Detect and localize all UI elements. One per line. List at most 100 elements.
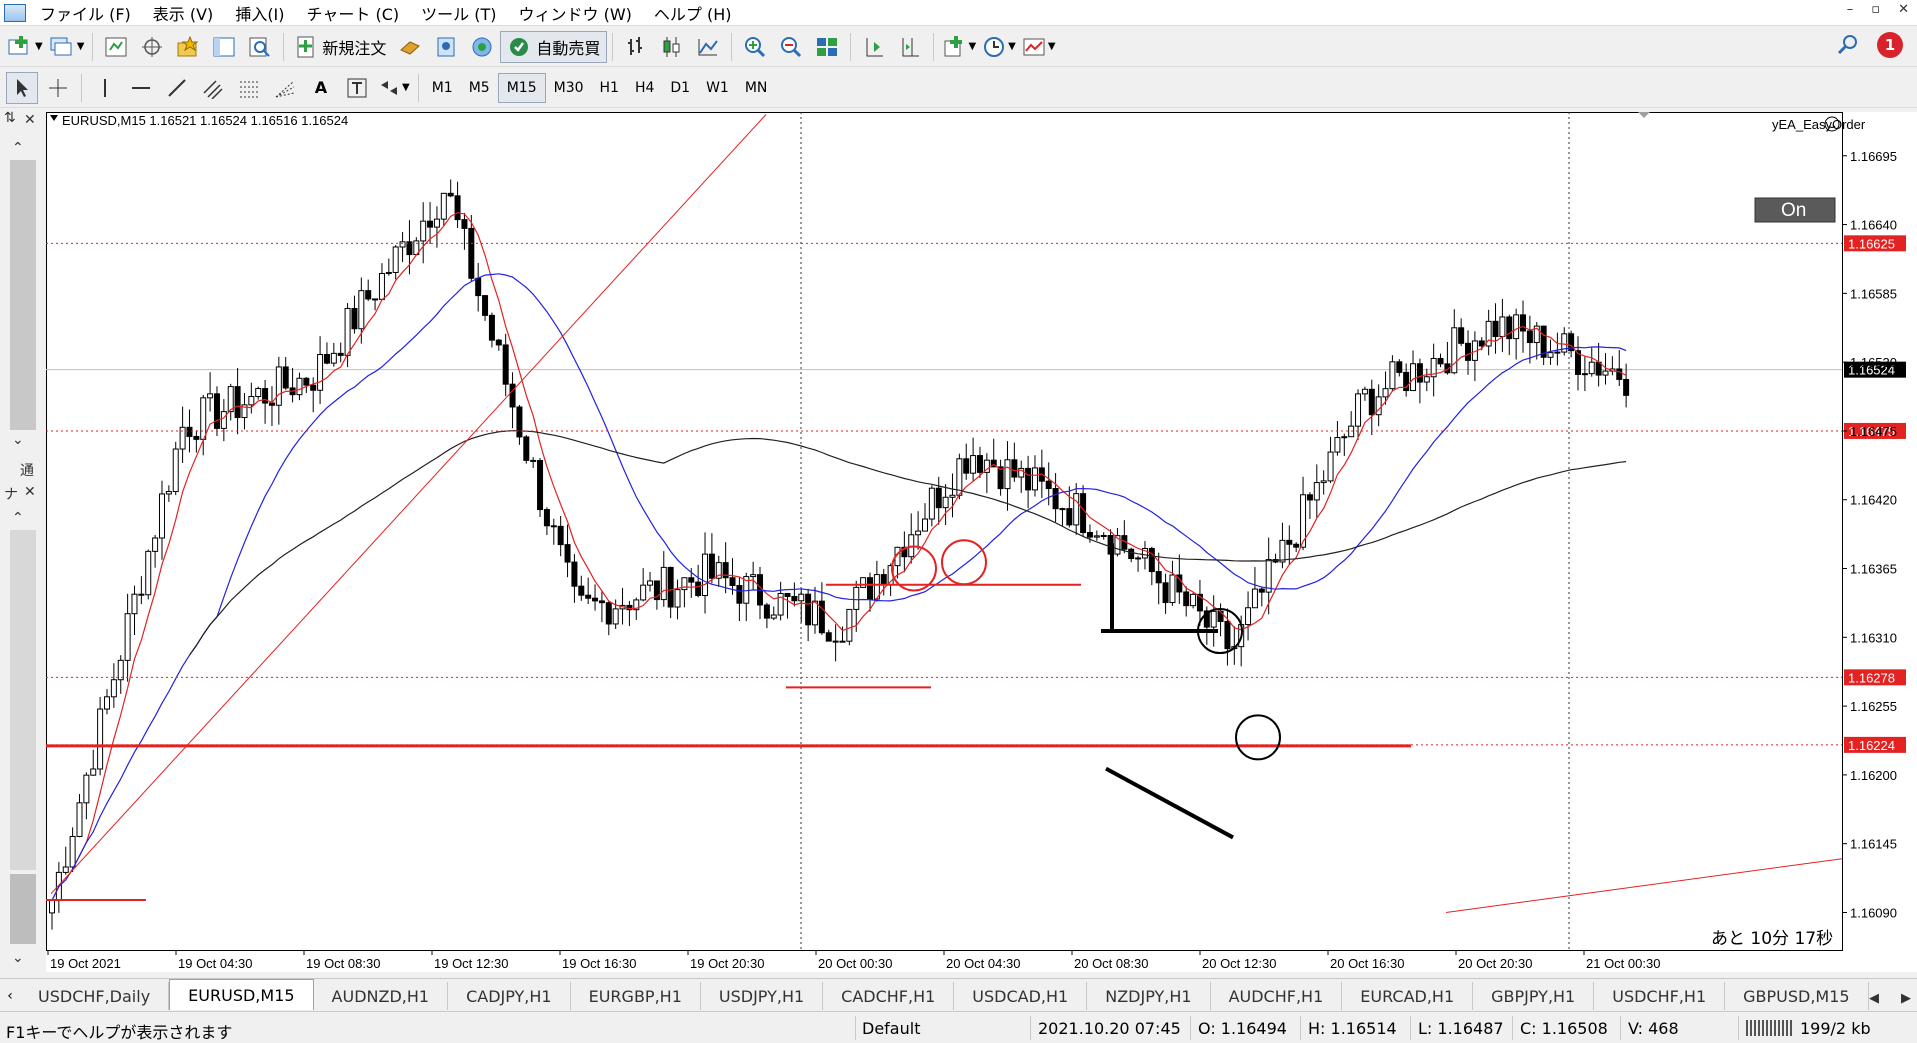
navigator-scroll-up-icon[interactable]: ⌃ — [12, 510, 24, 526]
crosshair-button[interactable] — [42, 72, 74, 104]
panel-pin-icon[interactable]: ⇅ — [4, 110, 16, 126]
menu-view[interactable]: 表示 (V) — [145, 1, 228, 25]
close-icon[interactable]: ✕ — [1898, 2, 1909, 17]
candle-body — [970, 455, 977, 474]
tab-scroll-left-icon[interactable]: ◀ — [1869, 991, 1879, 1006]
periods-button[interactable]: ▼ — [981, 31, 1017, 63]
equidistant-channel-button[interactable] — [197, 72, 229, 104]
terminal-button[interactable] — [208, 31, 240, 63]
new-chart-button[interactable]: ▼ — [6, 31, 44, 63]
chart-shift-button[interactable] — [894, 31, 926, 63]
navigator-scroll-thumb[interactable] — [10, 874, 36, 944]
text-button[interactable]: A — [305, 72, 337, 104]
horizontal-line-button[interactable] — [125, 72, 157, 104]
chart-tab[interactable]: CADCHF,H1 — [823, 982, 955, 1010]
chart-tab[interactable]: EURUSD,M15 — [169, 979, 314, 1010]
menu-help[interactable]: ヘルプ (H) — [646, 1, 746, 25]
scroll-up-icon[interactable]: ⌃ — [12, 140, 24, 156]
candle-body — [1499, 316, 1506, 338]
chart-tab[interactable]: USDCHF,H1 — [1594, 982, 1726, 1010]
navigator-scroll-down-icon[interactable]: ⌄ — [12, 950, 24, 966]
bar-chart-button[interactable] — [620, 31, 652, 63]
menu-window[interactable]: ウィンドウ (W) — [510, 1, 645, 25]
candle-body — [585, 594, 592, 599]
chart-tab[interactable]: AUDCHF,H1 — [1211, 982, 1343, 1010]
templates-button[interactable]: ▼ — [1021, 31, 1057, 63]
market-watch-scrollbar[interactable] — [10, 160, 36, 430]
status-profile[interactable]: Default — [862, 1019, 920, 1038]
auto-scroll-button[interactable] — [858, 31, 890, 63]
chart-tab[interactable]: EURGBP,H1 — [571, 982, 701, 1010]
restore-icon[interactable]: ▫ — [1871, 2, 1880, 17]
search-icon[interactable] — [1837, 34, 1859, 60]
price-chart[interactable]: 1.166251.165241.164751.162781.162241.166… — [46, 112, 1917, 972]
menu-tools[interactable]: ツール (T) — [413, 1, 510, 25]
fibonacci-fan-button[interactable] — [269, 72, 301, 104]
candle-body — [1190, 593, 1197, 607]
panel-close-icon[interactable]: ✕ — [24, 112, 36, 128]
cursor-button[interactable] — [6, 71, 38, 104]
candle-body — [337, 352, 344, 356]
chart-tab[interactable]: AUDNZD,H1 — [314, 982, 449, 1010]
minimize-icon[interactable]: – — [1847, 2, 1854, 17]
menu-chart[interactable]: チャート (C) — [299, 1, 414, 25]
timeframe-mn[interactable]: MN — [737, 73, 776, 103]
chart-tab[interactable]: GBPUSD,M15 — [1725, 982, 1869, 1010]
navigator-scrollbar[interactable] — [10, 530, 36, 870]
strategy-tester-button[interactable] — [244, 31, 276, 63]
new-order-button[interactable]: 新規注文 — [289, 31, 392, 63]
market-watch-button[interactable] — [100, 31, 132, 63]
candle-body — [385, 271, 392, 274]
notification-badge[interactable]: 1 — [1877, 32, 1903, 58]
trendline-button[interactable] — [161, 72, 193, 104]
time-tick-label: 19 Oct 16:30 — [562, 956, 636, 971]
market-button[interactable] — [466, 31, 498, 63]
market-watch-tab[interactable]: 通 — [20, 460, 34, 480]
timeframe-m1[interactable]: M1 — [424, 73, 461, 103]
menu-insert[interactable]: 挿入(I) — [227, 1, 298, 25]
signals-button[interactable] — [430, 31, 462, 63]
chart-tab[interactable]: EURCAD,H1 — [1342, 982, 1474, 1010]
tabs-left-icon[interactable]: ‹ — [0, 982, 20, 1010]
menu-file[interactable]: ファイル (F) — [32, 1, 145, 25]
chart-tab[interactable]: GBPJPY,H1 — [1473, 982, 1595, 1010]
time-tick-label: 20 Oct 04:30 — [946, 956, 1020, 971]
candlestick-button[interactable] — [656, 31, 688, 63]
chart-tab[interactable]: NZDJPY,H1 — [1087, 982, 1211, 1010]
timeframe-h4[interactable]: H4 — [627, 73, 662, 103]
profiles-button[interactable]: ▼ — [48, 31, 86, 63]
tab-scroll-right-icon[interactable]: ▶ — [1901, 991, 1911, 1006]
timeframe-h1[interactable]: H1 — [592, 73, 627, 103]
scroll-down-icon[interactable]: ⌄ — [12, 432, 24, 448]
zoom-in-button[interactable] — [739, 31, 771, 63]
navigator-button[interactable] — [172, 31, 204, 63]
timeframe-m15[interactable]: M15 — [497, 72, 546, 103]
auto-trading-button[interactable]: 自動売買 — [500, 30, 608, 63]
timeframe-w1[interactable]: W1 — [698, 73, 737, 103]
candle-body — [200, 397, 207, 440]
indicators-button[interactable]: ▼ — [941, 31, 977, 63]
candle-body — [1513, 314, 1520, 340]
vertical-line-button[interactable] — [89, 72, 121, 104]
metaeditor-button[interactable] — [394, 31, 426, 63]
arrows-button[interactable]: ▼ — [377, 72, 411, 104]
text-label-button[interactable] — [341, 72, 373, 104]
chart-tab[interactable]: CADJPY,H1 — [448, 982, 571, 1010]
chart-window[interactable]: 1.16625 1.16524 1.16475 1.16278 1.16224 1.166… — [46, 112, 1917, 972]
timeframe-m30[interactable]: M30 — [546, 73, 592, 103]
data-window-button[interactable] — [136, 31, 168, 63]
zoom-out-button[interactable] — [775, 31, 807, 63]
ea-name: yEA_EasyOrder — [1772, 117, 1866, 132]
fibonacci-button[interactable] — [233, 72, 265, 104]
tile-windows-button[interactable] — [811, 31, 843, 63]
navigator-tab[interactable]: ナ — [4, 484, 18, 504]
chart-tab[interactable]: USDCAD,H1 — [954, 982, 1088, 1010]
chart-tab[interactable]: USDJPY,H1 — [701, 982, 824, 1010]
candle-body — [949, 494, 956, 498]
timeframe-d1[interactable]: D1 — [662, 73, 698, 103]
candle-body — [674, 589, 681, 608]
timeframe-m5[interactable]: M5 — [461, 73, 498, 103]
navigator-close-icon[interactable]: ✕ — [24, 484, 36, 500]
chart-tab[interactable]: USDCHF,Daily — [20, 982, 170, 1010]
line-chart-button[interactable] — [692, 31, 724, 63]
